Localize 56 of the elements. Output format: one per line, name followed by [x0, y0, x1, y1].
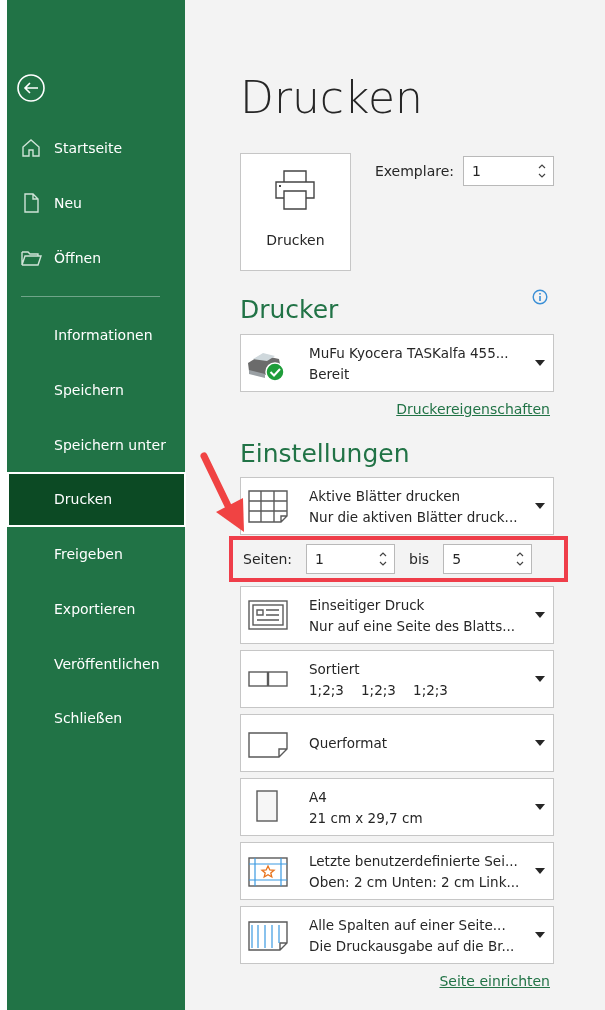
- section-heading: Einstellungen: [240, 438, 410, 470]
- sidebar-item[interactable]: Speichern unter: [7, 417, 185, 473]
- option-detail: 1;2;3 1;2;3 1;2;3: [309, 681, 449, 698]
- printer-properties-link[interactable]: Druckereigenschaften: [396, 401, 550, 417]
- option-title: Alle Spalten auf einer Seite...: [309, 916, 507, 933]
- settings-dropdown[interactable]: Aktive Blätter drucken Nur die aktiven Blätter druck...: [240, 477, 554, 535]
- back-icon[interactable]: [16, 73, 46, 103]
- option-detail: 21 cm x 29,7 cm: [309, 809, 424, 826]
- page-to-field[interactable]: 5: [443, 544, 533, 574]
- page-from-field[interactable]: 1: [306, 544, 396, 574]
- settings-dropdown[interactable]: Sortiert 1;2;3 1;2;3 1;2;3: [240, 650, 554, 708]
- copies-field[interactable]: 1: [463, 156, 554, 186]
- settings-dropdown[interactable]: Alle Spalten auf einer Seite... Die Druckausgabe auf die Br...: [240, 906, 554, 964]
- sidebar-item[interactable]: Drucken: [7, 472, 186, 527]
- page-title: Drucken: [240, 71, 424, 125]
- caret-icon: [535, 740, 545, 746]
- caret-icon: [535, 676, 545, 682]
- sidebar-item[interactable]: Freigeben: [7, 526, 185, 582]
- pages-label: Seiten:: [243, 551, 293, 567]
- sidebar-item[interactable]: Speichern: [7, 362, 185, 418]
- caret-icon: [535, 360, 545, 366]
- page-setup-link[interactable]: Seite einrichten: [439, 973, 550, 989]
- section-heading: Drucker: [240, 294, 339, 326]
- option-detail: Nur die aktiven Blätter druck...: [309, 508, 519, 525]
- caret-icon: [535, 804, 545, 810]
- printer-dropdown[interactable]: MuFu Kyocera TASKalfa 455... Bereit: [240, 334, 554, 392]
- option-detail: Nur auf eine Seite des Blatts...: [309, 617, 517, 634]
- settings-dropdown[interactable]: Einseitiger Druck Nur auf eine Seite des Blatts...: [240, 586, 554, 644]
- caret-icon: [535, 932, 545, 938]
- option-title: Sortiert: [309, 660, 361, 677]
- option-title: Einseitiger Druck: [309, 596, 426, 613]
- sidebar-item[interactable]: Schließen: [7, 690, 185, 746]
- sidebar-item[interactable]: Öffnen: [7, 230, 185, 286]
- printer-status: Bereit: [309, 365, 351, 382]
- settings-dropdown[interactable]: Letzte benutzerdefinierte Sei... Oben: 2 cm Unten: 2 cm Link...: [240, 842, 554, 900]
- settings-dropdown[interactable]: Querformat: [240, 714, 554, 772]
- print-button[interactable]: Drucken: [240, 153, 351, 271]
- option-title: A4: [309, 788, 328, 805]
- printer-name: MuFu Kyocera TASKalfa 455...: [309, 344, 510, 361]
- caret-icon: [535, 612, 545, 618]
- option-title: Querformat: [309, 735, 389, 751]
- sidebar-item[interactable]: Veröffentlichen: [7, 636, 185, 691]
- sidebar-item[interactable]: Exportieren: [7, 581, 185, 637]
- caret-icon: [535, 503, 545, 509]
- info-icon: [532, 289, 548, 305]
- sidebar-item[interactable]: Neu: [7, 175, 185, 231]
- sidebar-item[interactable]: Informationen: [7, 308, 185, 363]
- option-detail: Die Druckausgabe auf die Br...: [309, 937, 516, 954]
- sidebar-item[interactable]: Startseite: [7, 121, 185, 176]
- settings-dropdown[interactable]: A4 21 cm x 29,7 cm: [240, 778, 554, 836]
- option-title: Aktive Blätter drucken: [309, 487, 461, 504]
- to-label: bis: [409, 551, 430, 567]
- copies-label: Exemplare:: [374, 163, 454, 179]
- caret-icon: [535, 868, 545, 874]
- option-title: Letzte benutzerdefinierte Sei...: [309, 852, 519, 869]
- option-detail: Oben: 2 cm Unten: 2 cm Link...: [309, 873, 521, 890]
